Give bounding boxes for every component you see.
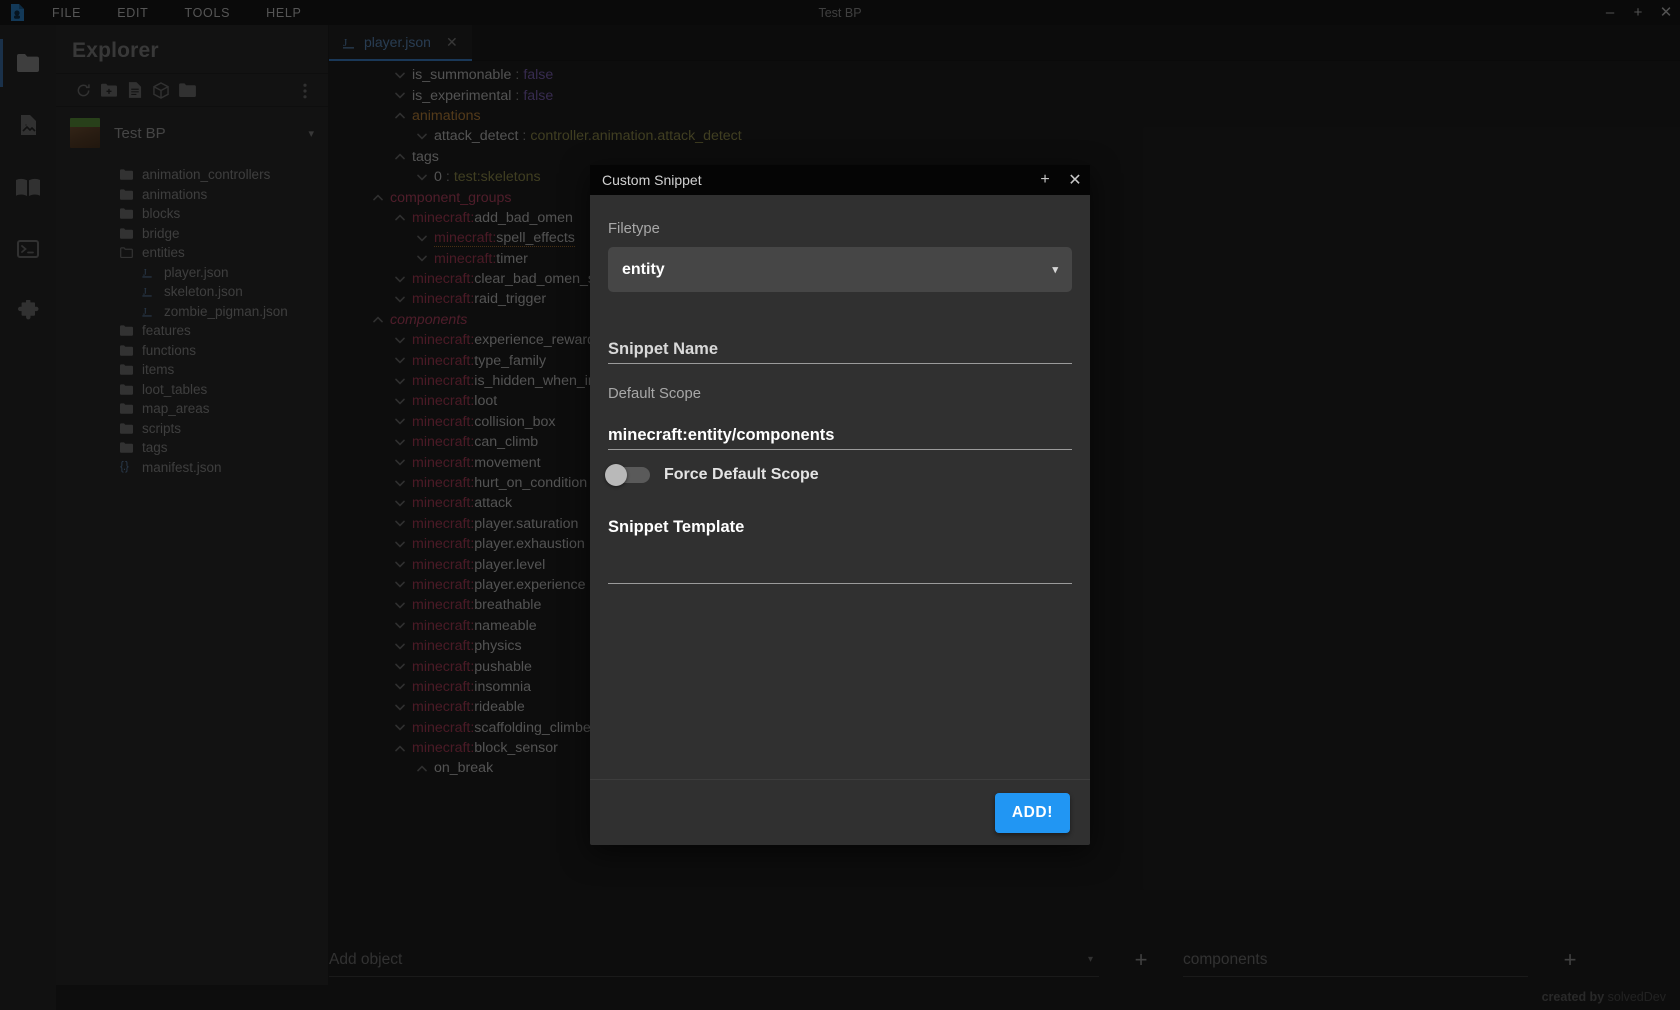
filetype-select[interactable]: entity ▾ — [608, 247, 1072, 292]
default-scope-label: Default Scope — [608, 386, 1072, 402]
filetype-label: Filetype — [608, 221, 1072, 237]
dialog-header: Custom Snippet + ✕ — [590, 165, 1090, 195]
custom-snippet-dialog: Custom Snippet + ✕ Filetype entity ▾ Sni… — [590, 165, 1090, 845]
snippet-template-label: Snippet Template — [608, 518, 1072, 537]
default-scope-value: minecraft:entity/components — [608, 426, 834, 445]
dialog-title: Custom Snippet — [602, 172, 702, 188]
dialog-footer: ADD! — [590, 779, 1090, 845]
chevron-down-icon[interactable]: ▾ — [1052, 263, 1058, 276]
add-snippet-icon[interactable]: + — [1030, 165, 1060, 195]
toggle-knob — [605, 464, 627, 486]
filetype-value: entity — [622, 261, 1052, 279]
snippet-template-input[interactable] — [608, 583, 1072, 584]
force-default-scope-label: Force Default Scope — [664, 466, 819, 484]
app-window: FILE EDIT TOOLS HELP Test BP – + ✕ — [0, 0, 1680, 1010]
snippet-name-input[interactable]: Snippet Name — [608, 330, 1072, 364]
add-button[interactable]: ADD! — [995, 793, 1070, 833]
force-default-scope-toggle[interactable] — [608, 467, 650, 483]
force-default-scope-row[interactable]: Force Default Scope — [608, 466, 1072, 484]
snippet-name-label: Snippet Name — [608, 340, 718, 359]
default-scope-input[interactable]: minecraft:entity/components — [608, 416, 1072, 450]
close-dialog-icon[interactable]: ✕ — [1060, 165, 1090, 195]
dialog-body: Filetype entity ▾ Snippet Name Default S… — [590, 195, 1090, 779]
